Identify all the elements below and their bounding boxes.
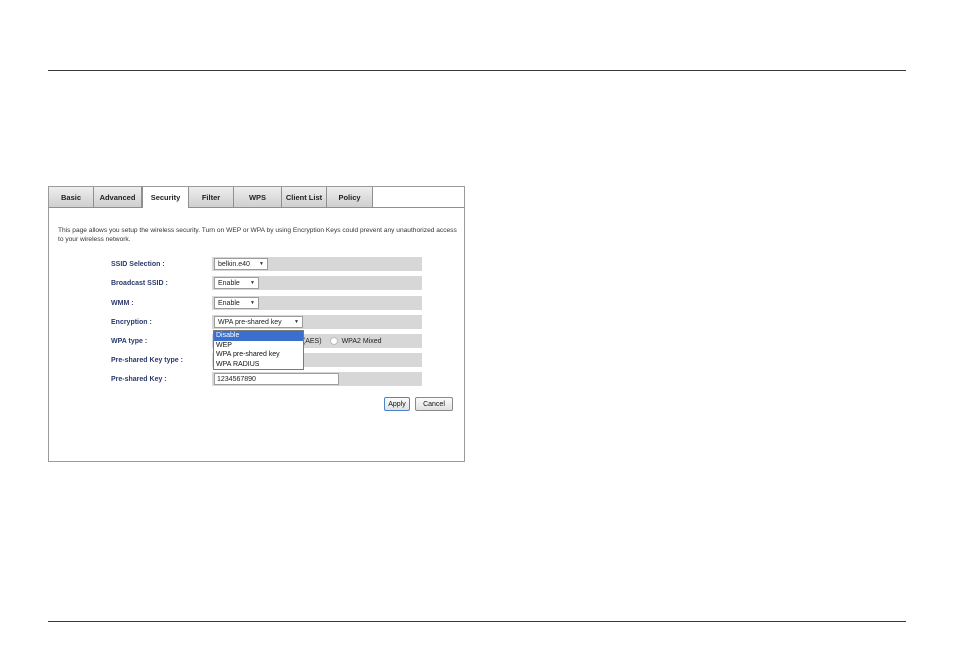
wmm-row: WMM : Enable ▼	[111, 296, 422, 310]
encryption-row: Encryption : WPA pre-shared key ▼	[111, 315, 422, 329]
psk-cell: 1234567890	[212, 372, 422, 386]
dropdown-option-wpa-psk[interactable]: WPA pre-shared key	[214, 350, 303, 360]
psk-type-label: Pre-shared Key type :	[111, 356, 183, 364]
wmm-label: WMM :	[111, 299, 134, 307]
tab-security[interactable]: Security	[142, 187, 189, 208]
encryption-label: Encryption :	[111, 318, 152, 326]
ssid-selection-cell: belkin.e40 ▼	[212, 257, 422, 271]
wpa2-mixed-radio[interactable]	[329, 337, 338, 345]
wpa-type-options: 2(AES) WPA2 Mixed	[299, 334, 382, 348]
encryption-value: WPA pre-shared key	[218, 318, 282, 326]
encryption-dropdown-list: Disable WEP WPA pre-shared key WPA RADIU…	[213, 330, 304, 370]
tab-basic[interactable]: Basic	[49, 187, 94, 207]
dropdown-option-disable[interactable]: Disable	[214, 331, 303, 341]
encryption-select[interactable]: WPA pre-shared key ▼	[214, 316, 303, 328]
broadcast-ssid-select[interactable]: Enable ▼	[214, 277, 259, 289]
page-description: This page allows you setup the wireless …	[58, 227, 457, 243]
broadcast-ssid-cell: Enable ▼	[212, 276, 422, 290]
wireless-security-panel: Basic Advanced Security Filter WPS Clien…	[48, 186, 465, 462]
tab-bar: Basic Advanced Security Filter WPS Clien…	[49, 187, 464, 208]
tab-advanced[interactable]: Advanced	[94, 187, 142, 207]
chevron-down-icon: ▼	[259, 261, 264, 267]
ssid-selection-row: SSID Selection : belkin.e40 ▼	[111, 257, 422, 271]
chevron-down-icon: ▼	[294, 319, 299, 325]
dropdown-option-wpa-radius[interactable]: WPA RADIUS	[214, 360, 303, 370]
tab-filter[interactable]: Filter	[189, 187, 234, 207]
psk-label: Pre-shared Key :	[111, 375, 167, 383]
wmm-cell: Enable ▼	[212, 296, 422, 310]
psk-input[interactable]: 1234567890	[214, 373, 339, 385]
wpa2-mixed-label: WPA2 Mixed	[341, 337, 382, 345]
broadcast-ssid-value: Enable	[218, 279, 240, 287]
chevron-down-icon: ▼	[250, 300, 255, 306]
tab-policy[interactable]: Policy	[327, 187, 373, 207]
wmm-select[interactable]: Enable ▼	[214, 297, 259, 309]
wmm-value: Enable	[218, 299, 240, 307]
chevron-down-icon: ▼	[250, 280, 255, 286]
ssid-select[interactable]: belkin.e40 ▼	[214, 258, 268, 270]
ssid-select-value: belkin.e40	[218, 260, 250, 268]
ssid-selection-label: SSID Selection :	[111, 260, 165, 268]
cancel-button[interactable]: Cancel	[415, 397, 453, 411]
encryption-cell: WPA pre-shared key ▼	[212, 315, 422, 329]
dropdown-option-wep[interactable]: WEP	[214, 341, 303, 351]
top-rule	[48, 70, 906, 71]
wpa-type-label: WPA type :	[111, 337, 148, 345]
tab-wps[interactable]: WPS	[234, 187, 282, 207]
psk-row: Pre-shared Key : 1234567890	[111, 372, 422, 386]
broadcast-ssid-label: Broadcast SSID :	[111, 279, 168, 287]
bottom-rule	[48, 621, 906, 622]
broadcast-ssid-row: Broadcast SSID : Enable ▼	[111, 276, 422, 290]
apply-button[interactable]: Apply	[384, 397, 410, 411]
tab-client-list[interactable]: Client List	[282, 187, 327, 207]
